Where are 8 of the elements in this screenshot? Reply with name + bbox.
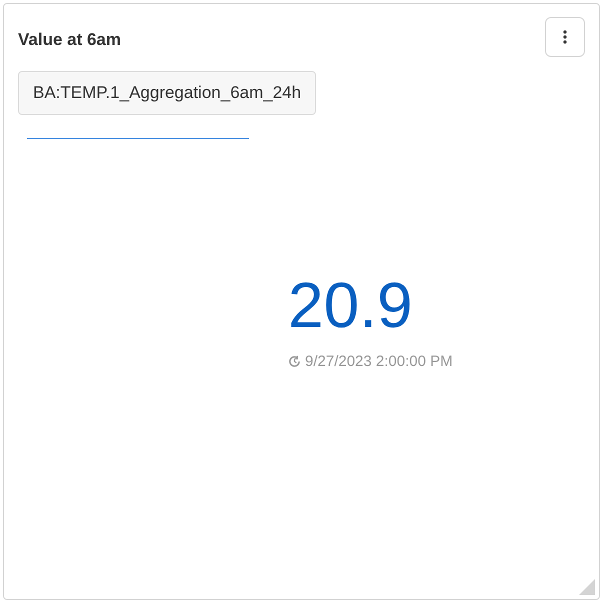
card-title: Value at 6am <box>18 29 122 51</box>
more-icon <box>563 30 567 44</box>
menu-button[interactable] <box>545 17 585 57</box>
refresh-clock-icon <box>288 355 301 368</box>
tag-chip: BA:TEMP.1_Aggregation_6am_24h <box>18 71 316 114</box>
resize-handle-icon[interactable] <box>579 579 595 595</box>
value-reading: 20.9 <box>288 272 413 336</box>
timestamp: 9/27/2023 2:00:00 PM <box>305 352 453 372</box>
